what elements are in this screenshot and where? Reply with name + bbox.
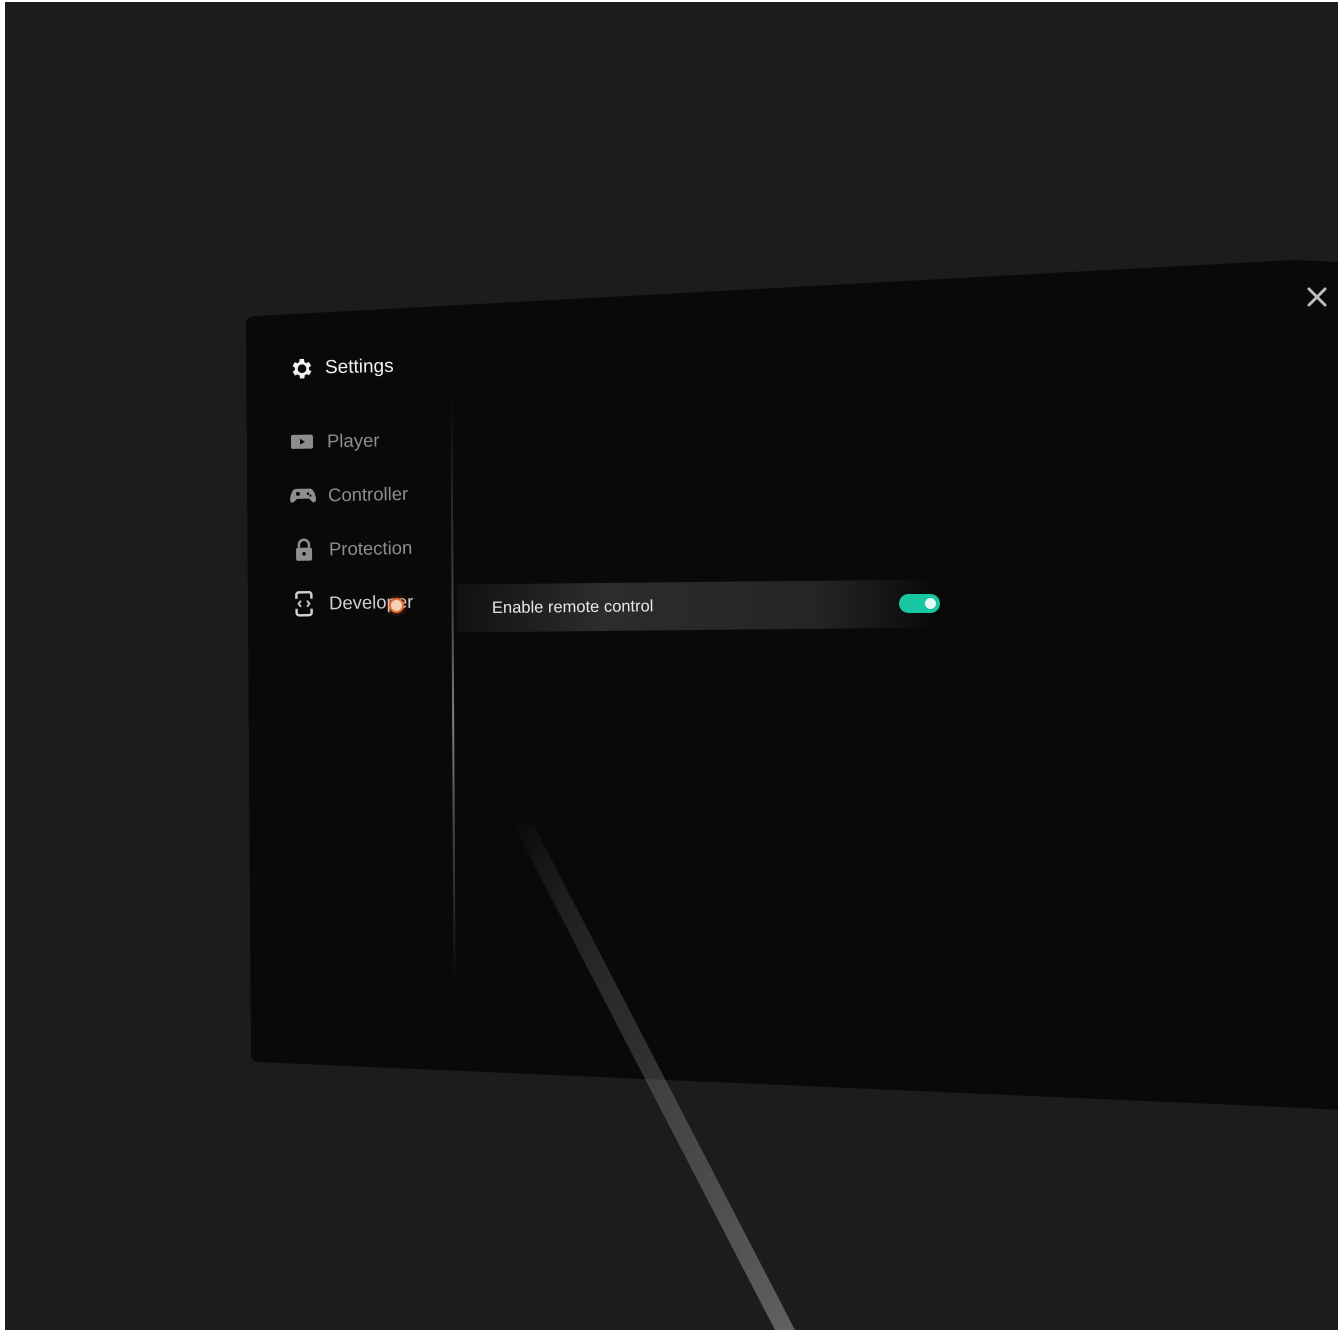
- video-icon: [289, 430, 315, 454]
- gamepad-icon: [290, 484, 317, 508]
- settings-header: Settings: [289, 354, 394, 382]
- close-icon[interactable]: [1305, 285, 1329, 309]
- sidebar-item-label: Player: [326, 429, 380, 452]
- sidebar-item-player[interactable]: Player: [289, 428, 380, 454]
- sidebar-item-label: Protection: [328, 536, 413, 560]
- vr-scene: Settings Player Controller Protection De…: [5, 2, 1338, 1330]
- sidebar-item-controller[interactable]: Controller: [290, 482, 409, 508]
- sidebar-item-label: Controller: [327, 482, 409, 506]
- setting-label: Enable remote control: [491, 597, 654, 617]
- sidebar-item-protection[interactable]: Protection: [291, 536, 413, 562]
- settings-panel-background: [246, 260, 1338, 1330]
- toggle-knob: [925, 598, 936, 609]
- remote-control-toggle[interactable]: [899, 594, 940, 613]
- lock-icon: [291, 538, 317, 562]
- developer-icon: [291, 590, 317, 617]
- page-title: Settings: [324, 355, 394, 379]
- controller-pointer-cursor: [391, 600, 402, 611]
- gear-icon: [289, 355, 316, 382]
